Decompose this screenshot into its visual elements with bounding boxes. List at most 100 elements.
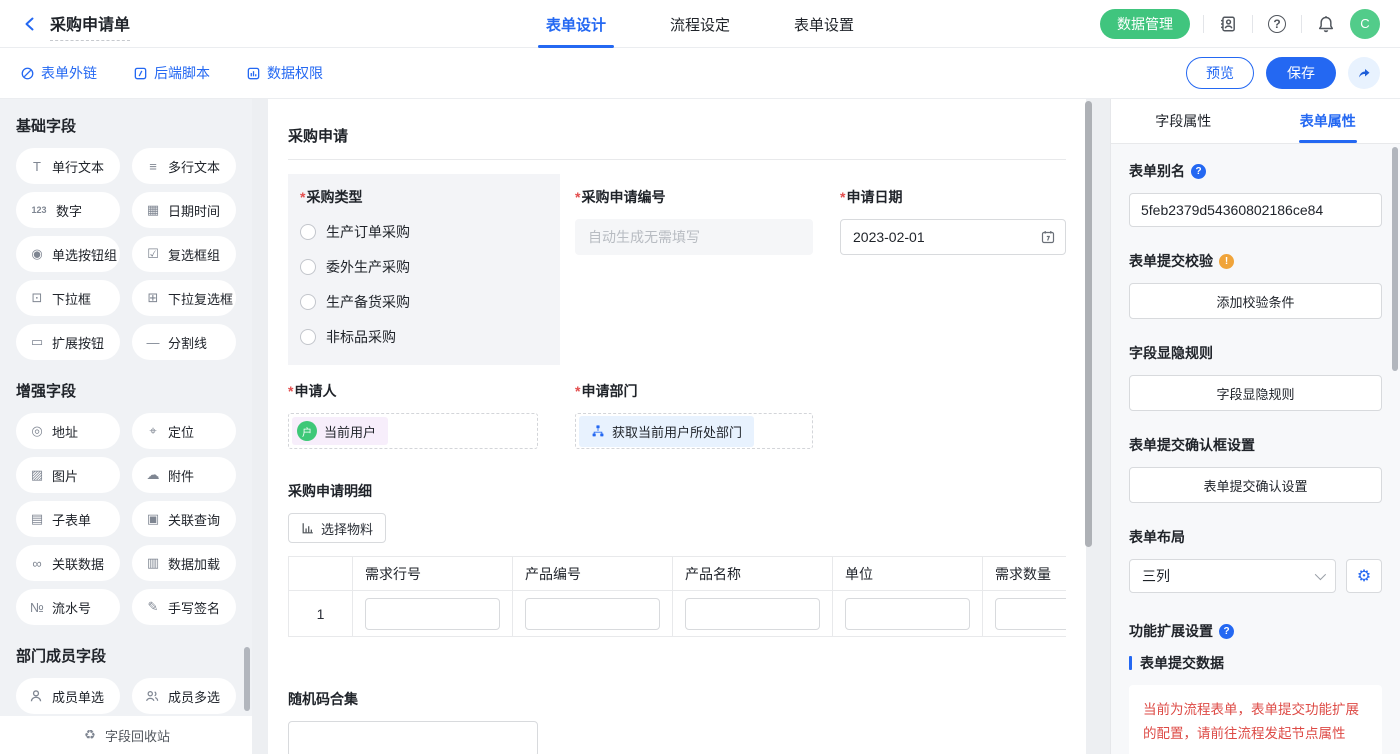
field-button-radio-group[interactable]: ◉单选按钮组 (16, 236, 120, 272)
back-icon[interactable] (20, 14, 40, 34)
field-button-address[interactable]: ◎地址 (16, 413, 120, 449)
bar-chart-icon (301, 521, 315, 535)
field-button-subform[interactable]: ▤子表单 (16, 501, 120, 537)
data-permission-button[interactable]: 数据权限 (246, 63, 323, 83)
random-code-input[interactable] (288, 721, 538, 754)
field-apply-dept[interactable]: *申请部门 获取当前用户所处部门 (565, 381, 813, 449)
form-title-editable[interactable]: 采购申请单 (50, 11, 130, 41)
field-recycle-bin[interactable]: ♻ 字段回收站 (0, 716, 252, 754)
serial-number-icon: № (29, 600, 45, 615)
field-button-dropdown[interactable]: ⊡下拉框 (16, 280, 120, 316)
tab-form-setting[interactable]: 表单设置 (792, 0, 856, 48)
contacts-book-icon[interactable] (1217, 13, 1239, 35)
sidebar-scrollbar[interactable] (244, 647, 250, 711)
radio-option[interactable]: 生产订单采购 (300, 222, 548, 242)
subform-icon: ▤ (29, 511, 45, 527)
cell-input-product-no[interactable] (525, 598, 660, 630)
field-button-extend-button[interactable]: ▭扩展按钮 (16, 324, 120, 360)
linked-query-icon: ▣ (145, 511, 161, 527)
layout-settings-button[interactable]: ⚙ (1346, 559, 1382, 593)
field-purchase-no[interactable]: *采购申请编号 (565, 160, 813, 365)
cell-input-line-no[interactable] (365, 598, 500, 630)
data-manage-button[interactable]: 数据管理 (1100, 9, 1190, 39)
field-random-code[interactable]: 随机码合集 (288, 689, 1066, 754)
submit-confirm-label: 表单提交确认框设置 (1129, 435, 1382, 455)
radio-icon: ◉ (29, 246, 45, 262)
preview-button[interactable]: 预览 (1186, 57, 1254, 89)
tab-flow-setting[interactable]: 流程设定 (668, 0, 732, 48)
cell-input-product-name[interactable] (685, 598, 820, 630)
backend-script-button[interactable]: 后端脚本 (133, 63, 210, 83)
cell-input-quantity[interactable] (995, 598, 1066, 630)
display-rules-button[interactable]: 字段显隐规则 (1129, 375, 1382, 411)
field-applicant[interactable]: *申请人 户 当前用户 (288, 381, 560, 449)
applicant-value-box[interactable]: 户 当前用户 (288, 413, 538, 449)
bell-icon[interactable] (1315, 13, 1337, 35)
field-button-serial-number[interactable]: №流水号 (16, 589, 120, 625)
warning-circle-icon[interactable]: ! (1219, 254, 1234, 269)
column-header[interactable]: 产品编号 (513, 557, 673, 591)
radio-option[interactable]: 生产备货采购 (300, 292, 548, 312)
main-nav: 表单设计 流程设定 表单设置 (544, 0, 856, 48)
field-button-signature[interactable]: ✎手写签名 (132, 589, 236, 625)
field-button-image[interactable]: ▨图片 (16, 457, 120, 493)
tab-form-design[interactable]: 表单设计 (544, 0, 608, 48)
submit-confirm-button[interactable]: 表单提交确认设置 (1129, 467, 1382, 503)
field-button-data-load[interactable]: ▥数据加载 (132, 545, 236, 581)
section-title-member-fields: 部门成员字段 (16, 645, 236, 666)
field-button-divider[interactable]: —分割线 (132, 324, 236, 360)
field-apply-date[interactable]: *申请日期 (818, 160, 1066, 365)
save-button[interactable]: 保存 (1266, 57, 1336, 89)
section-title-enhanced-fields: 增强字段 (16, 380, 236, 401)
help-circle-icon[interactable]: ? (1191, 164, 1206, 179)
field-button-attachment[interactable]: ☁附件 (132, 457, 236, 493)
column-header[interactable]: 需求行号 (353, 557, 513, 591)
field-purchase-detail[interactable]: 采购申请明细 选择物料 需求行号 产品编号 产品名称 单位 (288, 481, 1066, 637)
share-button[interactable] (1348, 57, 1380, 89)
radio-option[interactable]: 委外生产采购 (300, 257, 548, 277)
field-button-multi-line-text[interactable]: ≡多行文本 (132, 148, 236, 184)
field-button-member-single[interactable]: 成员单选 (16, 678, 120, 714)
location-pin-icon: ◎ (29, 423, 45, 439)
apply-date-input[interactable] (840, 219, 1066, 255)
field-button-multi-dropdown[interactable]: ⊞下拉复选框 (132, 280, 236, 316)
cell-input-unit[interactable] (845, 598, 970, 630)
tab-field-properties[interactable]: 字段属性 (1111, 99, 1256, 143)
help-icon[interactable]: ? (1266, 13, 1288, 35)
field-button-single-line-text[interactable]: T单行文本 (16, 148, 120, 184)
select-material-button[interactable]: 选择物料 (288, 513, 386, 543)
external-link-button[interactable]: 表单外链 (20, 63, 97, 83)
form-alias-input[interactable] (1129, 193, 1382, 227)
form-layout-label: 表单布局 (1129, 527, 1382, 547)
field-button-linked-data[interactable]: ∞关联数据 (16, 545, 120, 581)
dept-value-box[interactable]: 获取当前用户所处部门 (575, 413, 813, 449)
field-button-datetime[interactable]: ▦日期时间 (132, 192, 236, 228)
people-icon (145, 689, 161, 703)
add-validation-button[interactable]: 添加校验条件 (1129, 283, 1382, 319)
field-purchase-type[interactable]: *采购类型 生产订单采购 委外生产采购 生产备货采购 非标品采购 (288, 174, 560, 365)
field-button-member-multi[interactable]: 成员多选 (132, 678, 236, 714)
cloud-upload-icon: ☁ (145, 467, 161, 483)
column-header[interactable]: 单位 (833, 557, 983, 591)
field-button-checkbox-group[interactable]: ☑复选框组 (132, 236, 236, 272)
field-button-number[interactable]: 123数字 (16, 192, 120, 228)
divider (1203, 15, 1204, 33)
panel-scrollbar[interactable] (1392, 147, 1398, 371)
column-header[interactable]: 需求数量 (983, 557, 1067, 591)
purchase-no-input[interactable] (575, 219, 813, 255)
layout-select[interactable]: 三列 (1129, 559, 1336, 593)
form-canvas: 采购申请 *采购类型 生产订单采购 委外生产采购 生产备货采购 非标品采购 *采… (252, 99, 1110, 754)
radio-option[interactable]: 非标品采购 (300, 327, 548, 347)
dropdown-icon: ⊡ (29, 290, 45, 306)
canvas-scrollbar[interactable] (1085, 101, 1092, 547)
link-icon: ∞ (29, 556, 45, 571)
column-header[interactable]: 产品名称 (673, 557, 833, 591)
avatar[interactable]: C (1350, 9, 1380, 39)
field-button-geolocation[interactable]: ⌖定位 (132, 413, 236, 449)
flow-form-warning: 当前为流程表单，表单提交功能扩展的配置，请前往流程发起节点属性 (1129, 685, 1382, 754)
help-circle-icon[interactable]: ? (1219, 624, 1234, 639)
field-button-linked-query[interactable]: ▣关联查询 (132, 501, 236, 537)
number-icon: 123 (29, 205, 49, 215)
radio-circle-icon (300, 294, 316, 310)
tab-form-properties[interactable]: 表单属性 (1256, 99, 1400, 143)
